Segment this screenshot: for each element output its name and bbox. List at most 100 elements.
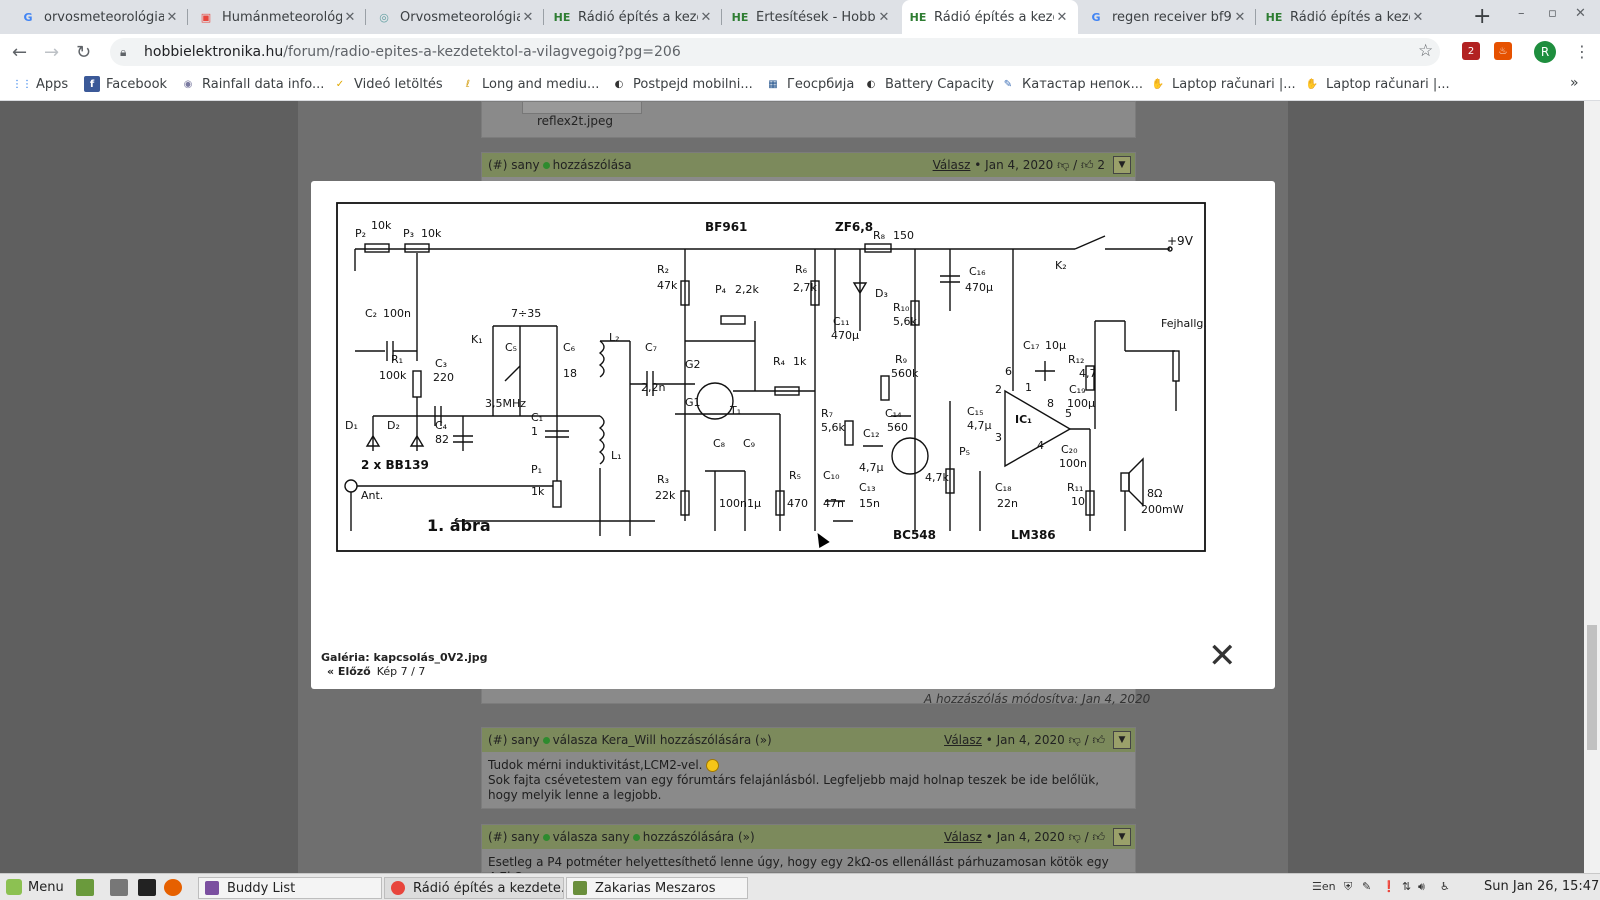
close-tab-icon[interactable]: ✕ bbox=[520, 10, 536, 25]
volume-icon[interactable]: 🔊︎ bbox=[1418, 880, 1425, 894]
bookmark-postpejd[interactable]: ◐ Postpejd mobilni... bbox=[611, 76, 753, 92]
post-permalink[interactable]: (#) bbox=[488, 830, 507, 844]
like-icon[interactable]: 👍︎ bbox=[1092, 733, 1105, 747]
bookmark-video[interactable]: ✓ Videó letöltés bbox=[332, 76, 443, 92]
svg-text:2,7k: 2,7k bbox=[793, 281, 817, 294]
post-options-dropdown[interactable]: ▼ bbox=[1113, 731, 1131, 749]
close-tab-icon[interactable]: ✕ bbox=[1054, 10, 1070, 25]
bookmark-facebook[interactable]: f Facebook bbox=[84, 76, 167, 92]
browser-tab[interactable]: ◎ Orvosmeteorológia ✕ bbox=[368, 0, 544, 34]
post-options-dropdown[interactable]: ▼ bbox=[1113, 828, 1131, 846]
avatar[interactable]: R bbox=[1534, 41, 1556, 63]
browser-menu-icon[interactable]: ⋮ bbox=[1574, 42, 1590, 61]
file-manager-icon[interactable] bbox=[110, 879, 128, 896]
maximize-icon[interactable]: ▫ bbox=[1548, 6, 1557, 21]
tab-title: Értesítések - Hobbielektronika bbox=[756, 9, 876, 25]
close-tab-icon[interactable]: ✕ bbox=[698, 10, 714, 25]
bookmark-rainfall[interactable]: ◉ Rainfall data info... bbox=[180, 76, 325, 92]
reply-link[interactable]: Válasz bbox=[933, 158, 971, 172]
bookmark-apps[interactable]: ⋮⋮ Apps bbox=[12, 76, 68, 92]
close-icon[interactable]: ✕ bbox=[1208, 639, 1237, 673]
bookmark-battery[interactable]: ◐ Battery Capacity bbox=[863, 76, 994, 92]
shield-icon[interactable]: ⛨ bbox=[1344, 880, 1352, 894]
ublock-icon[interactable]: 2 bbox=[1462, 42, 1480, 60]
reply-target-link[interactable]: (») bbox=[738, 830, 755, 844]
page-scrollbar[interactable] bbox=[1584, 101, 1600, 873]
close-tab-icon[interactable]: ✕ bbox=[342, 10, 358, 25]
bookmark-laptop-1[interactable]: ✋ Laptop računari |... bbox=[1150, 76, 1296, 92]
fire-extension-icon[interactable]: ♨ bbox=[1494, 42, 1512, 60]
bookmark-geosrbija[interactable]: ▦ Геосрбија bbox=[765, 76, 854, 92]
close-tab-icon[interactable]: ✕ bbox=[1232, 10, 1248, 25]
bookmark-laptop-2[interactable]: ✋ Laptop računari |... bbox=[1304, 76, 1450, 92]
more-bookmarks-icon[interactable]: » bbox=[1570, 75, 1579, 91]
post-permalink[interactable]: (#) bbox=[488, 733, 507, 747]
post-options-dropdown[interactable]: ▼ bbox=[1113, 156, 1131, 174]
browser-tab[interactable]: HE Rádió építés a kezdetektől ✕ bbox=[546, 0, 722, 34]
previous-image-link[interactable]: « Előző bbox=[327, 665, 371, 678]
dislike-icon[interactable]: 👎︎ bbox=[1069, 733, 1081, 747]
attachment-thumbnail[interactable] bbox=[522, 102, 642, 114]
browser-tab[interactable]: G orvosmeteorológia ✕ bbox=[12, 0, 188, 34]
start-menu-button[interactable]: Menu bbox=[6, 879, 64, 895]
svg-text:2,2n: 2,2n bbox=[641, 381, 665, 394]
like-icon[interactable]: 👍︎ bbox=[1092, 830, 1105, 844]
svg-text:5,6k: 5,6k bbox=[821, 421, 845, 434]
reply-link[interactable]: Válasz bbox=[944, 830, 982, 844]
tab-title: Orvosmeteorológia bbox=[400, 9, 520, 25]
scrollbar-thumb[interactable] bbox=[1587, 625, 1597, 750]
svg-text:R₂: R₂ bbox=[657, 263, 669, 276]
address-bar[interactable]: 🔒︎ hobbielektronika.hu/forum/radio-epite… bbox=[110, 38, 1440, 66]
dislike-icon[interactable]: 👎︎ bbox=[1069, 830, 1081, 844]
accessibility-icon[interactable]: ♿︎ bbox=[1440, 880, 1450, 893]
bookmark-katastar[interactable]: ✎ Катастар непок... bbox=[1000, 76, 1143, 92]
reply-target-link[interactable]: (») bbox=[755, 733, 772, 747]
show-desktop-icon[interactable] bbox=[76, 879, 94, 896]
taskbar-window[interactable]: Buddy List bbox=[198, 877, 382, 899]
minimize-icon[interactable]: – bbox=[1518, 6, 1525, 21]
reply-target-user[interactable]: sany bbox=[601, 830, 629, 844]
browser-tab[interactable]: G regen receiver bf961 ✕ bbox=[1080, 0, 1256, 34]
browser-tab[interactable]: HE Rádió építés a kezdetektől ✕ bbox=[1258, 0, 1434, 34]
update-warning-icon[interactable]: ❗ bbox=[1382, 880, 1396, 893]
close-tab-icon[interactable]: ✕ bbox=[876, 10, 892, 25]
forward-icon[interactable]: → bbox=[44, 42, 59, 63]
clock[interactable]: Sun Jan 26, 15:47 bbox=[1484, 879, 1599, 894]
post-author[interactable]: sany bbox=[511, 733, 539, 747]
close-tab-icon[interactable]: ✕ bbox=[164, 10, 180, 25]
keyboard-layout-icon[interactable]: ☰en bbox=[1312, 880, 1336, 893]
image-counter: Kép 7 / 7 bbox=[376, 665, 426, 678]
post-author[interactable]: sany bbox=[511, 158, 539, 172]
attachment-caption[interactable]: reflex2t.jpeg bbox=[537, 114, 1135, 128]
bookmark-star-icon[interactable]: ☆ bbox=[1418, 41, 1433, 61]
browser-tab[interactable]: ▣ Humánmeteorológia ✕ bbox=[190, 0, 366, 34]
close-tab-icon[interactable]: ✕ bbox=[1410, 10, 1426, 25]
taskbar-window[interactable]: Rádió építés a kezdete... bbox=[384, 877, 564, 899]
bookmark-label: Facebook bbox=[106, 76, 168, 92]
post-permalink[interactable]: (#) bbox=[488, 158, 507, 172]
network-icon[interactable]: ⇅ bbox=[1402, 880, 1411, 893]
url-path: /forum/radio-epites-a-kezdetektol-a-vila… bbox=[283, 44, 681, 60]
pidgin-icon bbox=[205, 881, 219, 895]
dislike-icon[interactable]: 👎︎ bbox=[1057, 158, 1069, 172]
terminal-icon[interactable] bbox=[138, 879, 156, 896]
bookmark-weather[interactable]: ℓ Long and mediu... bbox=[460, 76, 599, 92]
svg-text:C₃: C₃ bbox=[435, 357, 447, 370]
svg-text:R₇: R₇ bbox=[821, 407, 833, 420]
post-date: • Jan 4, 2020 bbox=[974, 158, 1054, 172]
browser-tab-active[interactable]: HE Rádió építés a kezdetektől ✕ bbox=[902, 0, 1078, 34]
reply-link[interactable]: Válasz bbox=[944, 733, 982, 747]
taskbar-window[interactable]: Zakarias Meszaros bbox=[566, 877, 748, 899]
new-tab-icon[interactable]: + bbox=[1473, 4, 1491, 29]
firefox-icon[interactable] bbox=[164, 879, 182, 896]
close-window-icon[interactable]: ✕ bbox=[1575, 6, 1586, 21]
reply-target-user[interactable]: Kera_Will bbox=[601, 733, 656, 747]
tools-icon[interactable]: ✎ bbox=[1362, 880, 1371, 893]
like-icon[interactable]: 👍︎ bbox=[1081, 158, 1094, 172]
post-author[interactable]: sany bbox=[511, 830, 539, 844]
back-icon[interactable]: ← bbox=[12, 42, 27, 63]
svg-text:L₁: L₁ bbox=[611, 449, 622, 462]
svg-text:22k: 22k bbox=[655, 489, 676, 502]
browser-tab[interactable]: HE Értesítések - Hobbielektronika ✕ bbox=[724, 0, 900, 34]
reload-icon[interactable]: ↻ bbox=[76, 42, 91, 63]
